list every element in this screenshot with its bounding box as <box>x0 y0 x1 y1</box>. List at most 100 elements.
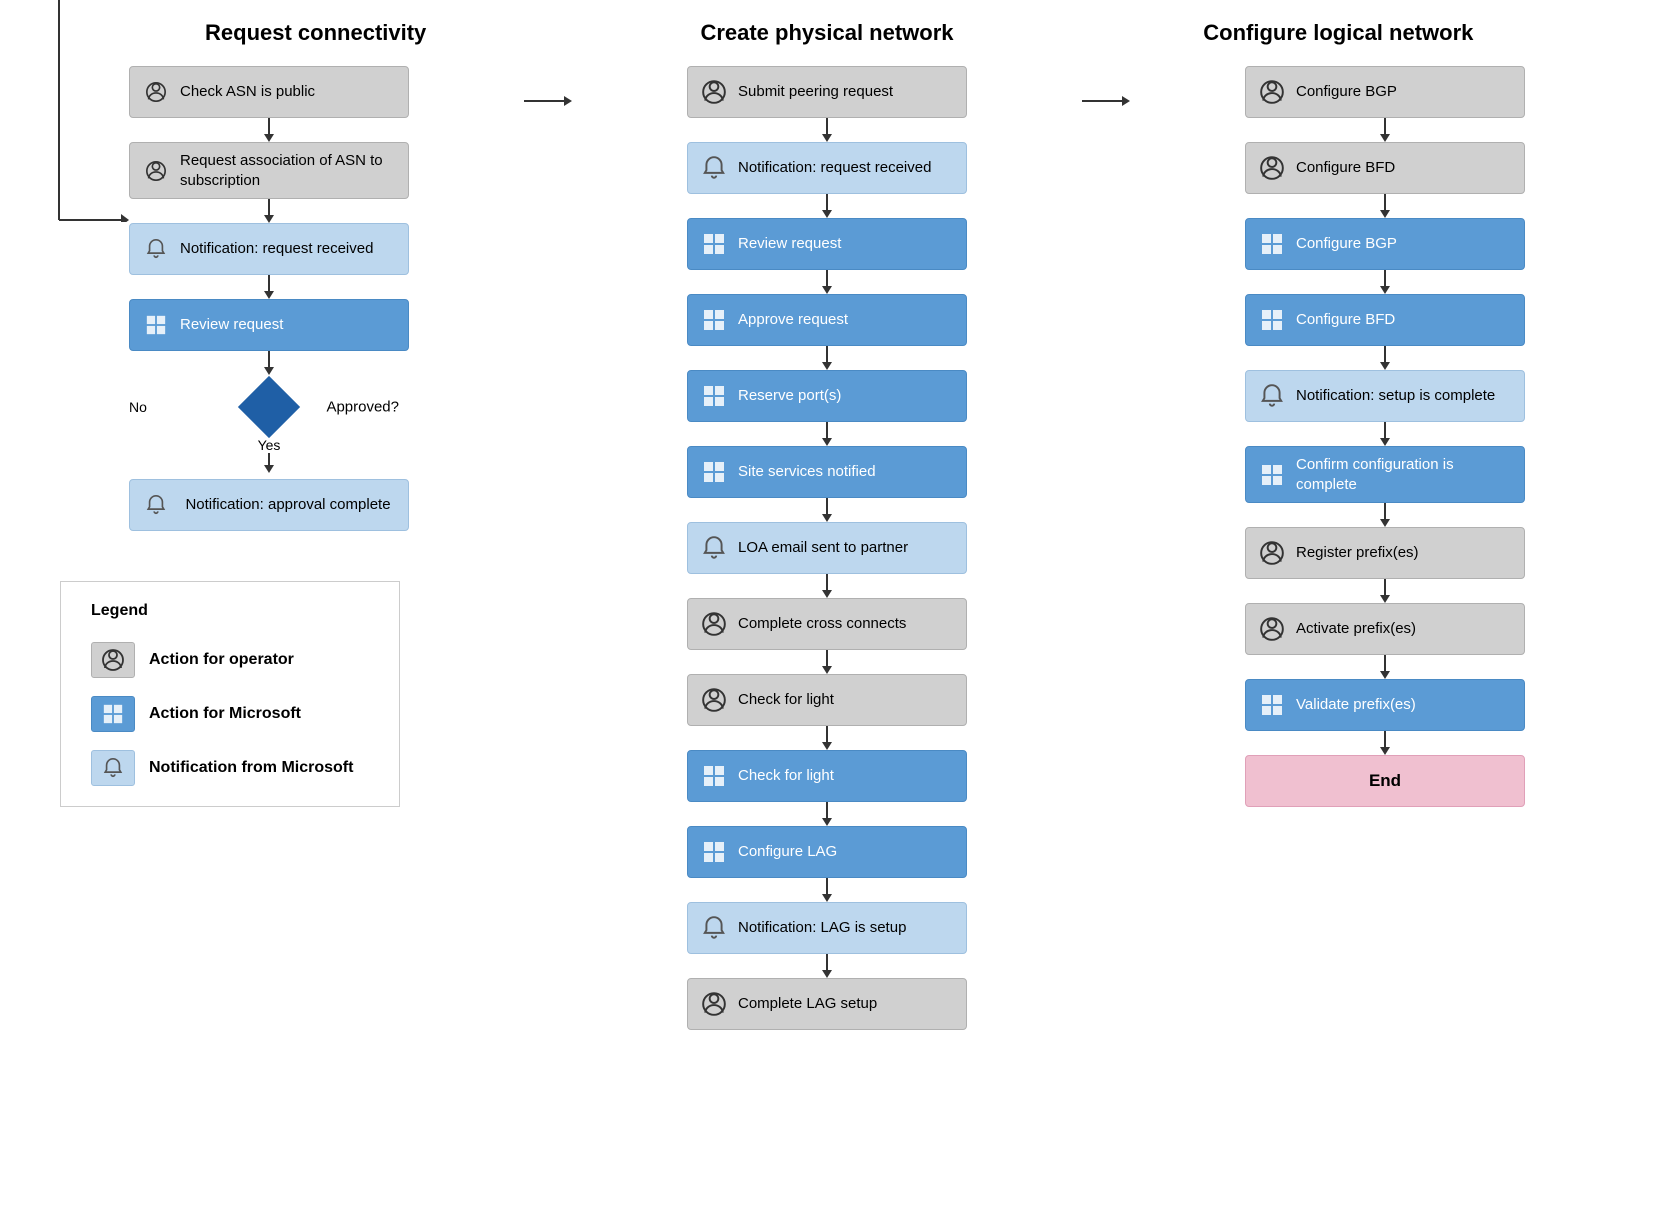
legend-icon-notification <box>91 750 135 786</box>
person-icon <box>1258 78 1286 106</box>
windows-icon <box>1258 461 1286 489</box>
c2n6-text: Site services notified <box>738 462 954 482</box>
arrow <box>264 275 274 299</box>
c2n12-text: Notification: LAG is setup <box>738 918 954 938</box>
c1n1-item: Check ASN is public <box>129 66 409 142</box>
diagram-container: Request connectivity Create physical net… <box>20 20 1634 1030</box>
arrow <box>264 453 274 473</box>
c3n5-item: Notification: setup is complete <box>1245 370 1525 446</box>
c3n9-text: Validate prefix(es) <box>1296 695 1512 715</box>
col2-flow: Submit peering request Notification: req… <box>578 66 1076 1030</box>
arrow <box>822 954 832 978</box>
arrow <box>1380 503 1390 527</box>
c3n4-text: Configure BFD <box>1296 310 1512 330</box>
arrow <box>264 118 274 142</box>
diamond-container: No Approved? <box>129 385 409 429</box>
c1n2-item: Request association of ASN to subscripti… <box>129 142 409 223</box>
c2n1-text: Submit peering request <box>738 82 954 102</box>
c1n4-text: Review request <box>180 315 396 335</box>
diamond-section: No Approved? Yes <box>129 381 409 473</box>
c2n6-node: Site services notified <box>687 446 967 498</box>
diamond-shape <box>238 376 300 438</box>
arrow <box>822 118 832 142</box>
columns-header: Request connectivity Create physical net… <box>20 20 1634 46</box>
c3n5-node: Notification: setup is complete <box>1245 370 1525 422</box>
arrow <box>822 802 832 826</box>
col3-header: Configure logical network <box>1083 20 1594 46</box>
c2n12-item: Notification: LAG is setup <box>687 902 967 978</box>
c3n8-text: Activate prefix(es) <box>1296 619 1512 639</box>
c2n12-node: Notification: LAG is setup <box>687 902 967 954</box>
windows-icon <box>700 230 728 258</box>
yes-label: Yes <box>258 437 281 453</box>
c2n3-item: Review request <box>687 218 967 294</box>
person-icon <box>142 157 170 185</box>
person-icon <box>1258 154 1286 182</box>
c2n6-item: Site services notified <box>687 446 967 522</box>
c2n7-node: LOA email sent to partner <box>687 522 967 574</box>
c1n2-text: Request association of ASN to subscripti… <box>180 151 396 190</box>
c1n1-node: Check ASN is public <box>129 66 409 118</box>
legend-label-microsoft: Action for Microsoft <box>149 705 301 723</box>
col3-flow: Configure BGP Configure BFD <box>1136 66 1634 807</box>
arrow <box>822 650 832 674</box>
c2n9-item: Check for light <box>687 674 967 750</box>
windows-icon <box>700 838 728 866</box>
person-icon <box>1258 539 1286 567</box>
c3n5-text: Notification: setup is complete <box>1296 386 1512 406</box>
c2n3-node: Review request <box>687 218 967 270</box>
c2n8-node: Complete cross connects <box>687 598 967 650</box>
c2n5-node: Reserve port(s) <box>687 370 967 422</box>
c2n10-item: Check for light <box>687 750 967 826</box>
c3n3-item: Configure BGP <box>1245 218 1525 294</box>
c2n2-item: Notification: request received <box>687 142 967 218</box>
col1-flow: Check ASN is public Request associa <box>20 66 518 807</box>
c2n11-text: Configure LAG <box>738 842 954 862</box>
person-icon <box>700 686 728 714</box>
arrow <box>822 194 832 218</box>
arrow <box>264 351 274 375</box>
c2n10-text: Check for light <box>738 766 954 786</box>
c1n6-text: Notification: approval complete <box>180 495 396 515</box>
arrow <box>822 346 832 370</box>
legend: Legend Action for operator Action for Mi… <box>60 581 400 807</box>
windows-icon <box>1258 691 1286 719</box>
c2n10-node: Check for light <box>687 750 967 802</box>
arrow <box>1380 194 1390 218</box>
loop-back-svg <box>49 0 129 222</box>
c1n6-node: Notification: approval complete <box>129 479 409 531</box>
c3n7-node: Register prefix(es) <box>1245 527 1525 579</box>
arrow <box>264 199 274 223</box>
c2n1-item: Submit peering request <box>687 66 967 142</box>
c3n4-item: Configure BFD <box>1245 294 1525 370</box>
arrow <box>1380 655 1390 679</box>
legend-icon-microsoft <box>91 696 135 732</box>
c3n8-node: Activate prefix(es) <box>1245 603 1525 655</box>
c2n13-node: Complete LAG setup <box>687 978 967 1030</box>
c3n8-item: Activate prefix(es) <box>1245 603 1525 679</box>
windows-icon <box>1258 306 1286 334</box>
windows-icon <box>700 762 728 790</box>
c3n2-node: Configure BFD <box>1245 142 1525 194</box>
c1n3-text: Notification: request received <box>180 239 396 259</box>
h-arrow-1 <box>524 96 572 106</box>
bell-icon <box>142 491 170 519</box>
c3n4-node: Configure BFD <box>1245 294 1525 346</box>
c3n6-text: Confirm configuration is complete <box>1296 455 1512 494</box>
windows-icon <box>700 382 728 410</box>
c2n8-text: Complete cross connects <box>738 614 954 634</box>
c1n4-node: Review request <box>129 299 409 351</box>
c3n2-text: Configure BFD <box>1296 158 1512 178</box>
arrow <box>1380 731 1390 755</box>
legend-label-operator: Action for operator <box>149 651 294 669</box>
c2n9-node: Check for light <box>687 674 967 726</box>
bell-icon <box>142 235 170 263</box>
h-arrow-2 <box>1082 96 1130 106</box>
person-icon <box>700 610 728 638</box>
c2n2-text: Notification: request received <box>738 158 954 178</box>
windows-icon <box>1258 230 1286 258</box>
c2n1-node: Submit peering request <box>687 66 967 118</box>
arrow <box>1380 579 1390 603</box>
c3n1-text: Configure BGP <box>1296 82 1512 102</box>
person-icon <box>700 990 728 1018</box>
